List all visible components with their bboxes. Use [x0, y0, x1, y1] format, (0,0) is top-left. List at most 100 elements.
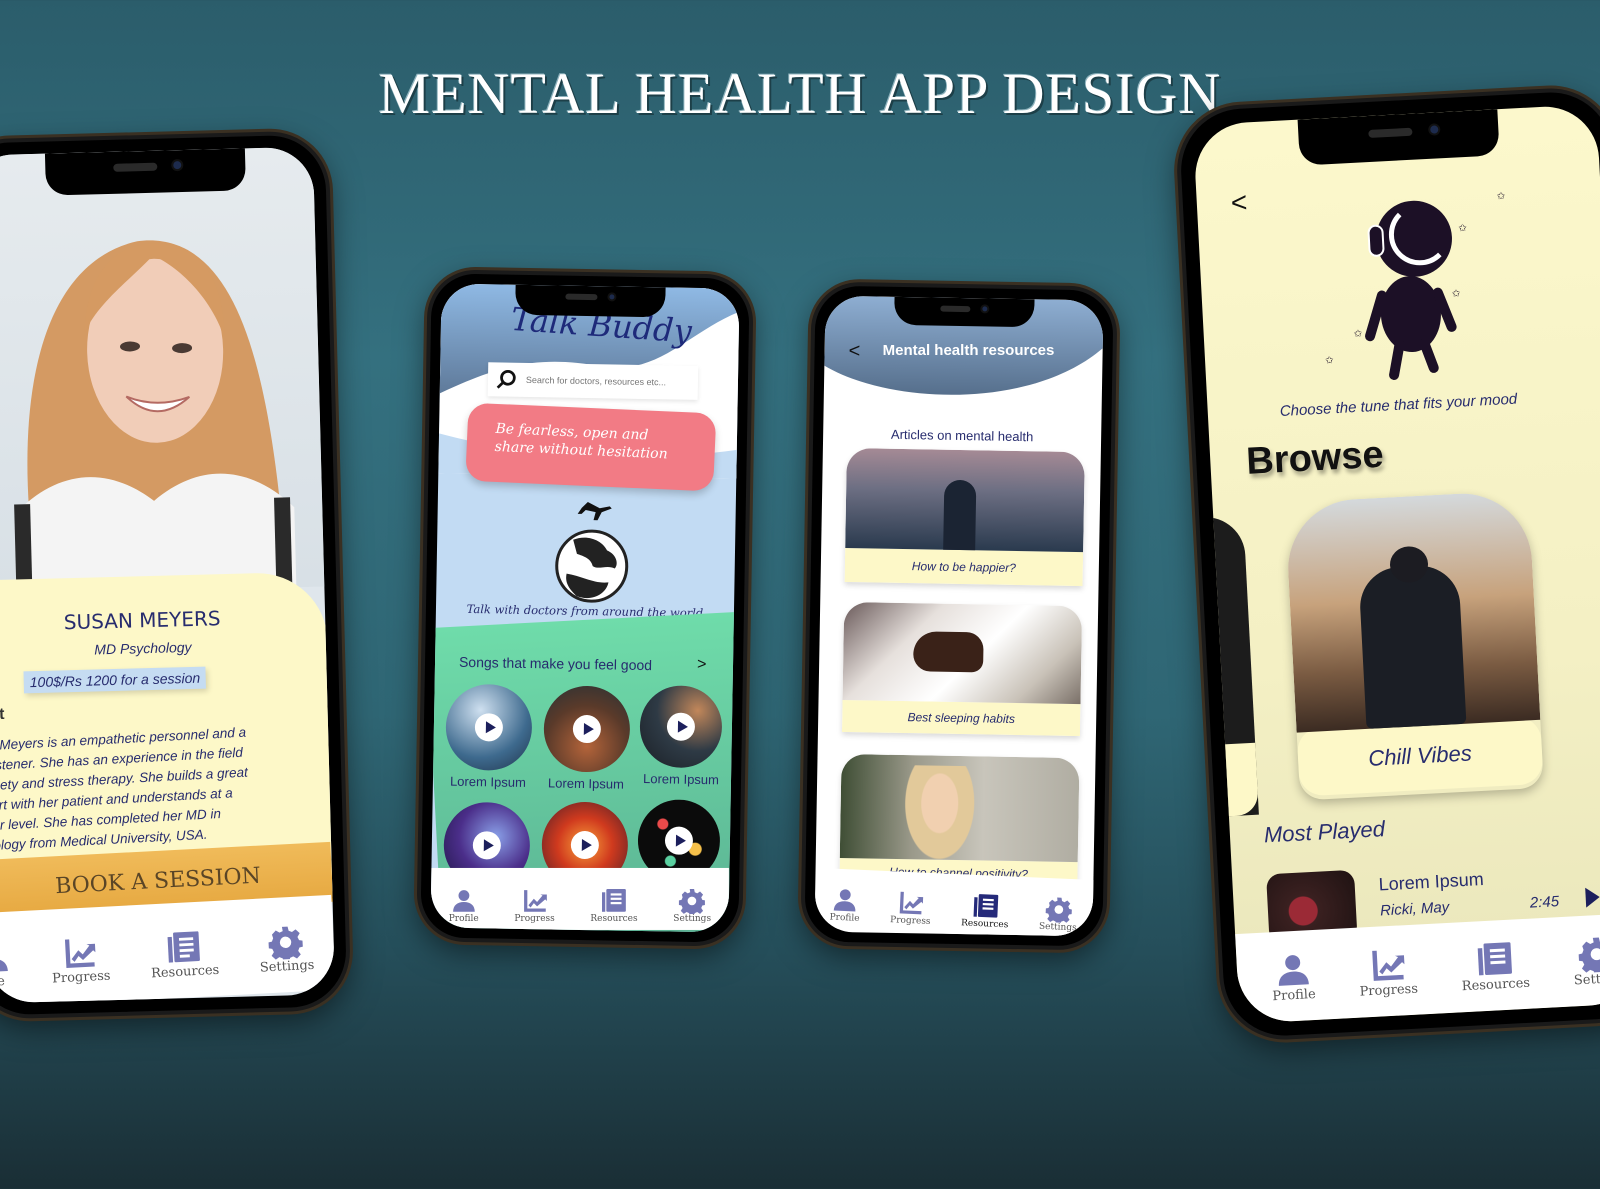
notch: [515, 284, 666, 318]
document-icon: [1477, 942, 1512, 976]
svg-text:✩: ✩: [1458, 223, 1468, 234]
nav-progress[interactable]: Progress: [890, 889, 932, 927]
document-icon: [973, 894, 998, 918]
doctor-name: SUSAN MEYERS: [63, 606, 221, 635]
browse-heading: Browse: [1245, 433, 1385, 483]
nav-progress[interactable]: Progress: [1357, 946, 1418, 1000]
music-tagline: Choose the tune that fits your mood: [1279, 390, 1518, 421]
gear-icon: [1045, 897, 1073, 924]
nav-resources[interactable]: Resources: [149, 929, 220, 981]
notch: [44, 148, 246, 196]
play-icon[interactable]: [666, 712, 696, 741]
chart-icon: [523, 890, 547, 912]
nav-resources[interactable]: Resources: [961, 892, 1010, 930]
nav-profile[interactable]: Profile: [449, 888, 479, 924]
nav-settings[interactable]: Settings: [1039, 896, 1078, 933]
person-icon: [0, 943, 9, 973]
gear-icon: [679, 889, 706, 914]
songs-more-arrow[interactable]: >: [697, 656, 707, 674]
svg-text:✩: ✩: [1452, 384, 1462, 390]
song-cover: [445, 683, 533, 772]
globe-plane-illustration: [555, 502, 629, 603]
phone-home: Talk Buddy Be fearless, open and share w…: [416, 269, 754, 947]
nav-settings[interactable]: Setting: [1572, 935, 1600, 988]
article-card[interactable]: Best sleeping habits: [841, 601, 1083, 737]
phone-profile: SUSAN MEYERS MD Psychology 100$/Rs 1200 …: [0, 130, 352, 1020]
articles-heading: Articles on mental health: [890, 426, 1034, 445]
chart-icon: [65, 939, 96, 968]
portrait-illustration: [14, 240, 297, 595]
chart-icon: [899, 891, 924, 915]
home-screen: Talk Buddy Be fearless, open and share w…: [430, 283, 740, 933]
doctor-photo: [0, 146, 325, 596]
article-image: [839, 753, 1080, 863]
playlist-image: [1284, 490, 1541, 733]
phone-resources: < Mental health resources Articles on me…: [800, 281, 1118, 951]
playlist-card-partial[interactable]: [1193, 515, 1259, 818]
profile-screen: SUSAN MEYERS MD Psychology 100$/Rs 1200 …: [0, 146, 336, 1004]
search-input[interactable]: [525, 374, 697, 388]
gear-icon: [268, 926, 304, 961]
nav-settings[interactable]: Settings: [673, 888, 711, 924]
play-icon[interactable]: [474, 713, 504, 742]
svg-text:✩: ✩: [1452, 288, 1462, 299]
back-button[interactable]: <: [1230, 186, 1248, 219]
search-bar[interactable]: [487, 362, 699, 400]
play-icon[interactable]: [664, 826, 694, 855]
article-card[interactable]: How to be happier?: [844, 448, 1085, 587]
notch: [894, 296, 1035, 328]
nav-profile[interactable]: Profile: [829, 887, 861, 924]
article-image: [842, 601, 1083, 705]
bottom-nav: file Progress Resources Settings: [0, 894, 336, 1004]
motivation-banner: Be fearless, open and share without hesi…: [465, 402, 717, 492]
article-image: [845, 448, 1085, 553]
music-screen: < ✩ ✩ ✩ ✩ ✩ ✩ Choose the tune that fits …: [1192, 104, 1600, 1024]
chart-icon: [1371, 950, 1404, 981]
play-icon[interactable]: [472, 831, 502, 860]
person-icon: [452, 890, 475, 912]
about-heading: out: [0, 705, 5, 724]
songs-heading: Songs that make you feel good: [458, 653, 653, 674]
play-icon[interactable]: [570, 830, 600, 860]
nav-settings[interactable]: Settings: [258, 924, 315, 976]
document-icon: [602, 889, 626, 912]
phone-music: < ✩ ✩ ✩ ✩ ✩ ✩ Choose the tune that fits …: [1173, 85, 1600, 1043]
book-session-label: BOOK A SESSION: [54, 863, 262, 899]
playlist-card[interactable]: Chill Vibes: [1284, 490, 1544, 800]
article-card[interactable]: How to channel positivity?: [839, 753, 1080, 889]
gear-icon: [1577, 937, 1600, 974]
svg-text:✩: ✩: [1497, 191, 1507, 202]
plane-icon: [577, 502, 612, 521]
resources-screen: < Mental health resources Articles on me…: [814, 295, 1104, 937]
about-text: an Meyers is an empathetic personnel and…: [0, 724, 249, 854]
song-item[interactable]: Lorem Ipsum: [445, 683, 533, 790]
nav-resources[interactable]: Resources: [1460, 940, 1530, 994]
document-icon: [167, 931, 201, 963]
nav-progress[interactable]: Progress: [514, 888, 555, 924]
person-icon: [1278, 955, 1309, 986]
song-cover: [639, 684, 723, 769]
most-played-heading: Most Played: [1263, 816, 1386, 848]
search-icon: [496, 369, 516, 389]
resources-header: Mental health resources: [882, 342, 1055, 360]
person-icon: [834, 889, 856, 912]
nav-resources[interactable]: Resources: [590, 888, 638, 924]
nav-profile[interactable]: file: [0, 940, 12, 991]
track-play-button[interactable]: [1585, 886, 1600, 908]
bottom-nav: Profile Progress Resources Settings: [814, 867, 1095, 937]
play-icon[interactable]: [572, 714, 602, 744]
svg-text:✩: ✩: [1325, 355, 1335, 366]
song-cover: [543, 685, 631, 773]
song-item[interactable]: Lorem Ipsum: [639, 684, 725, 787]
session-price: 100$/Rs 1200 for a session: [23, 666, 207, 694]
svg-text:✩: ✩: [1354, 329, 1364, 340]
notch: [1297, 109, 1500, 166]
track-duration: 2:45: [1529, 893, 1560, 912]
track-artist: Ricki, May: [1379, 898, 1450, 920]
back-button[interactable]: <: [848, 340, 860, 363]
song-item[interactable]: Lorem Ipsum: [543, 685, 631, 792]
nav-profile[interactable]: Profile: [1270, 951, 1316, 1004]
nav-progress[interactable]: Progress: [50, 935, 111, 987]
astronaut-illustration: ✩ ✩ ✩ ✩ ✩ ✩: [1325, 191, 1507, 390]
track-title: Lorem Ipsum: [1378, 869, 1485, 895]
